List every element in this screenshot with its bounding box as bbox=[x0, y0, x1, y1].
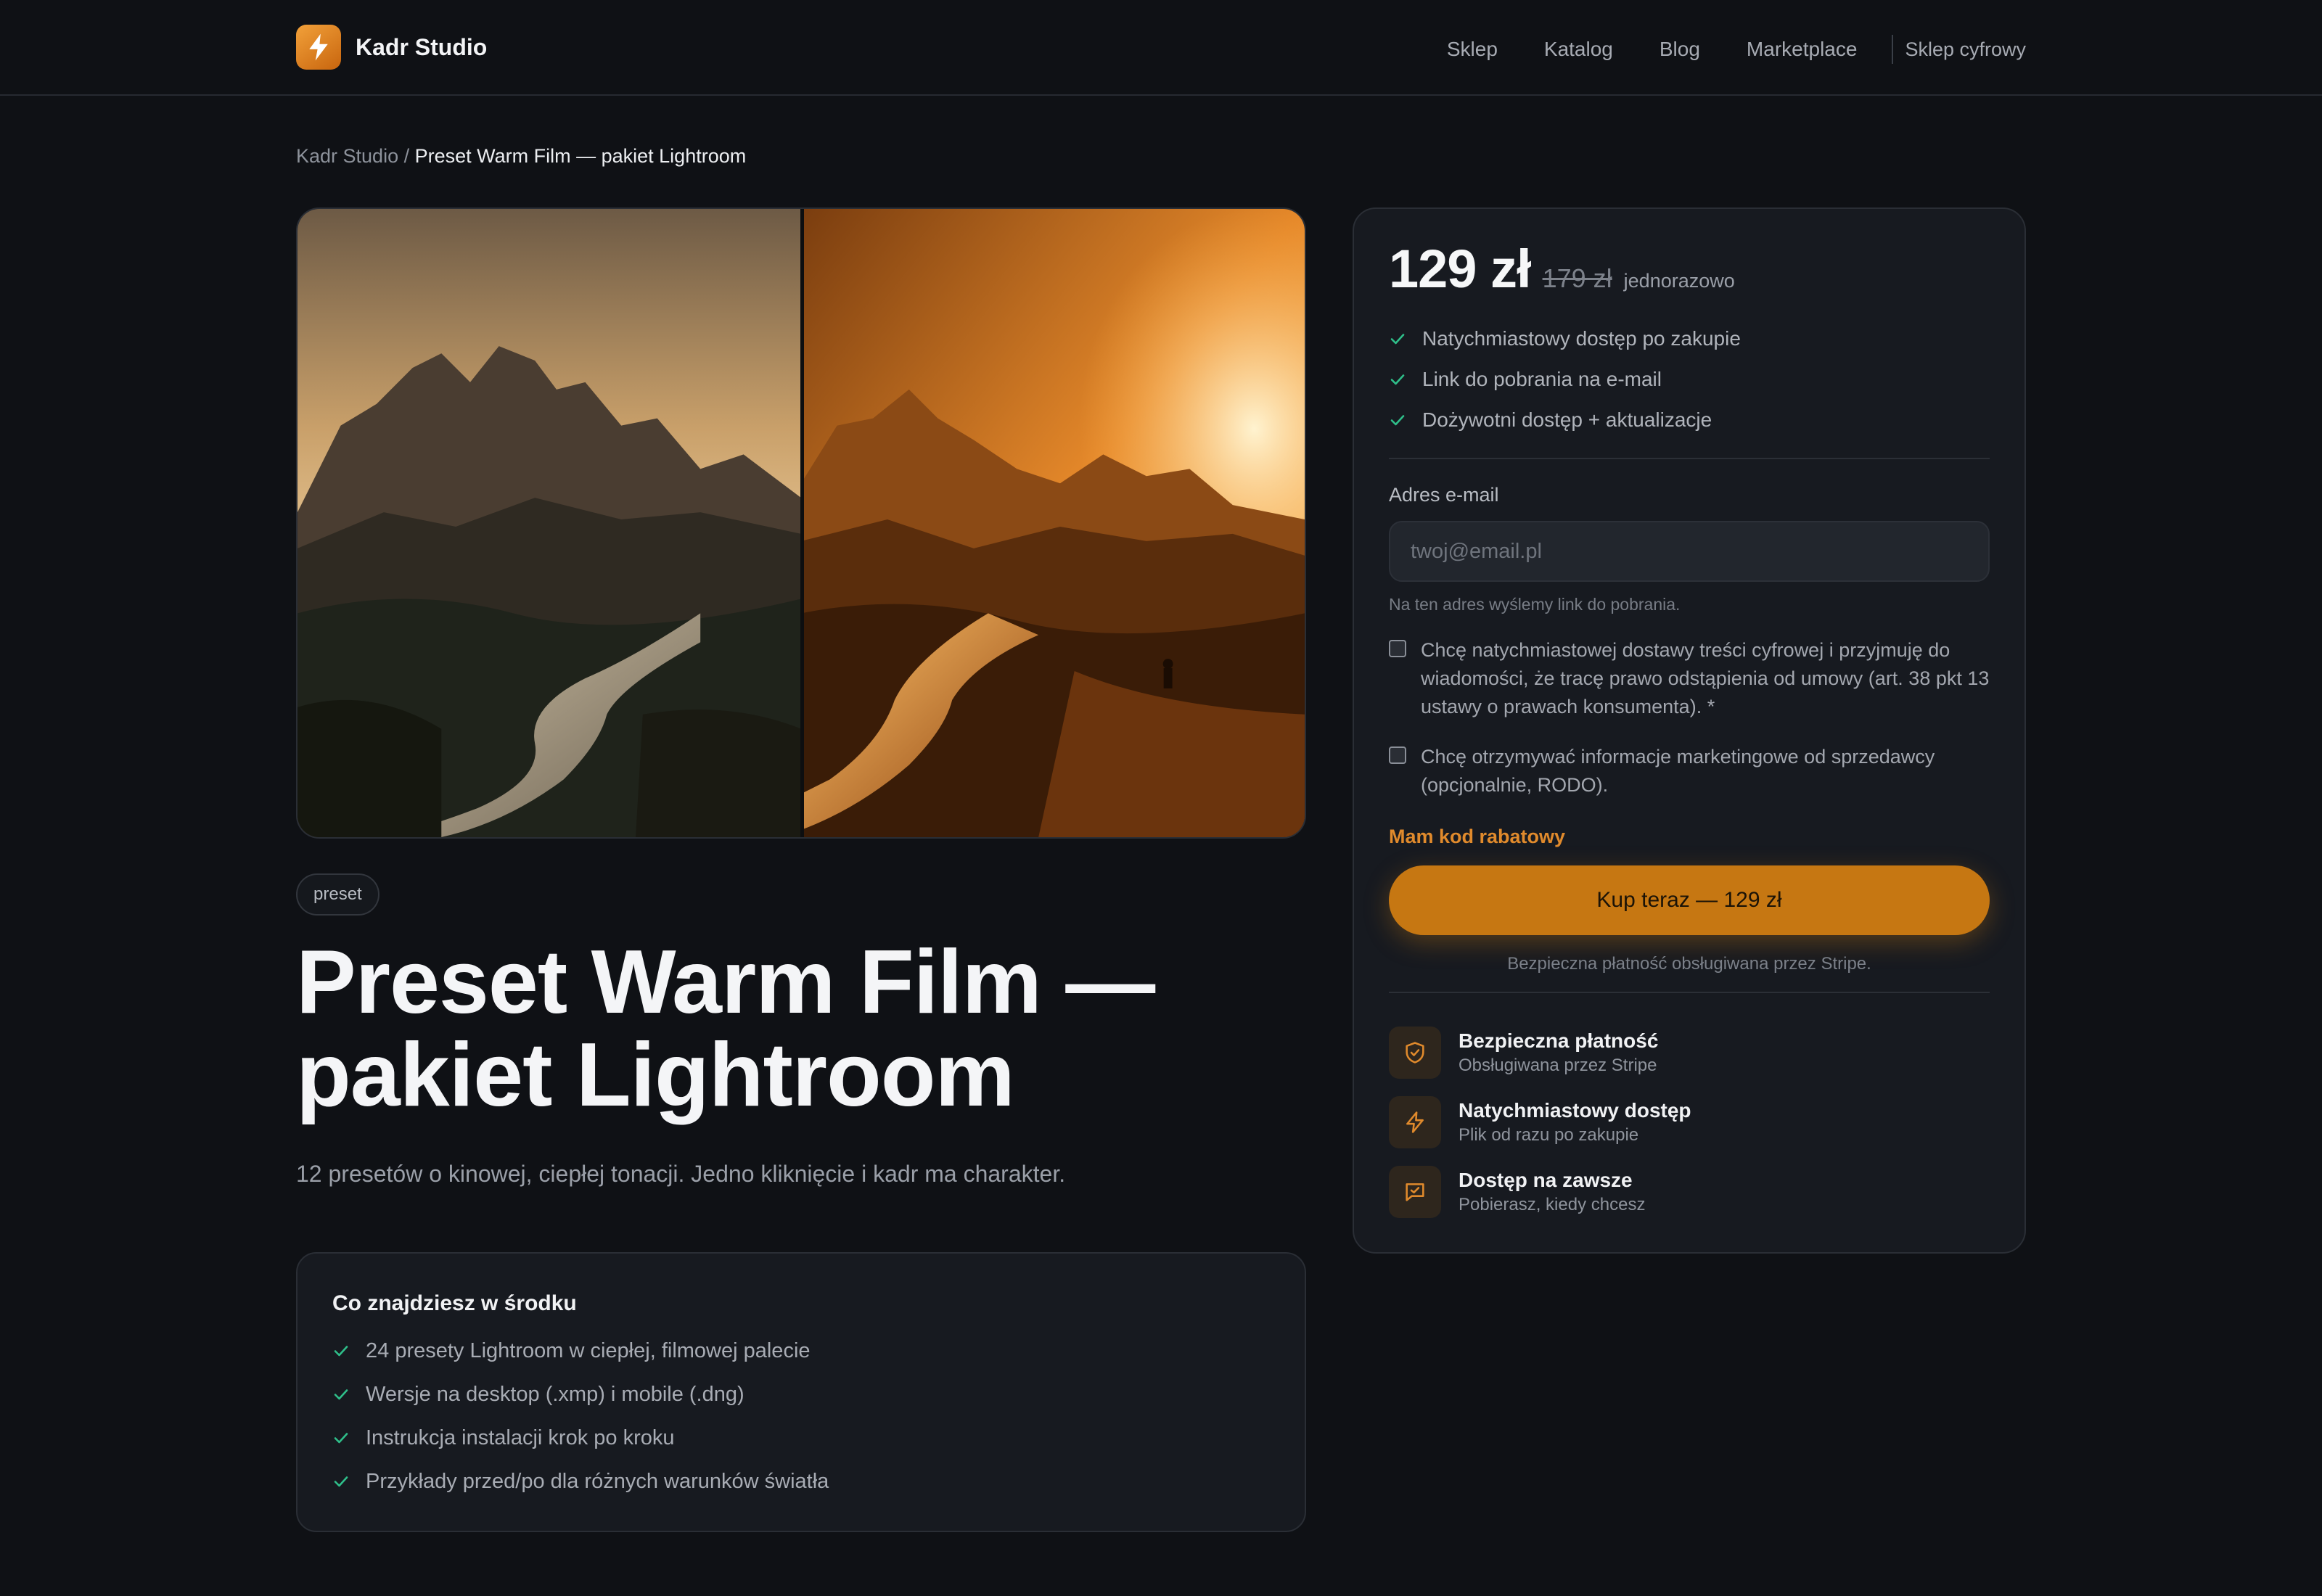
feature-title: Dostęp na zawsze bbox=[1459, 1169, 1633, 1191]
check-icon bbox=[334, 1476, 348, 1487]
current-price: 129 zł bbox=[1389, 239, 1532, 299]
check-icon bbox=[1390, 334, 1405, 345]
product-title-line-1: Preset Warm Film — bbox=[296, 932, 1155, 1032]
breadcrumb-current: Preset Warm Film — pakiet Lightroom bbox=[414, 145, 747, 167]
feature-subtitle: Obsługiwana przez Stripe bbox=[1459, 1056, 1657, 1075]
secure-payment-note: Bezpieczna płatność obsługiwana przez St… bbox=[1507, 954, 1871, 974]
consent-digital-text: Chcę natychmiastowej dostawy treści cyfr… bbox=[1421, 639, 1990, 717]
bolt-logo-icon bbox=[296, 25, 341, 70]
breadcrumb-separator: / bbox=[398, 145, 415, 167]
buy-now-button[interactable]: Kup teraz — 129 zł bbox=[1389, 865, 1990, 935]
list-item-text: 24 presety Lightroom w ciepłej, filmowej… bbox=[366, 1338, 811, 1362]
product-title-line-2: pakiet Lightroom bbox=[296, 1025, 1015, 1125]
after-image bbox=[801, 209, 1305, 837]
price-row: 129 zł 179 zł jednorazowo bbox=[1389, 238, 1990, 300]
email-field[interactable] bbox=[1389, 521, 1990, 582]
breadcrumb-root-link[interactable]: Kadr Studio bbox=[296, 145, 398, 167]
top-navigation-bar: Kadr Studio Sklep Katalog Blog Marketpla… bbox=[0, 0, 2322, 96]
breadcrumb: Kadr Studio / Preset Warm Film — pakiet … bbox=[296, 145, 746, 168]
nav-link-katalog[interactable]: Katalog bbox=[1544, 38, 1613, 61]
check-icon bbox=[334, 1389, 348, 1400]
consent-digital-delivery: Chcę natychmiastowej dostawy treści cyfr… bbox=[1389, 636, 1990, 721]
purchase-panel: 129 zł 179 zł jednorazowo Natychmiastowy… bbox=[1353, 207, 2026, 1254]
product-title: Preset Warm Film — pakiet Lightroom bbox=[296, 936, 1239, 1122]
nav-divider bbox=[1892, 35, 1894, 64]
bolt-icon bbox=[1389, 1096, 1441, 1148]
perk-text: Dożywotni dostęp + aktualizacje bbox=[1422, 408, 1712, 431]
contents-title: Co znajdziesz w środku bbox=[332, 1291, 577, 1315]
section-divider bbox=[1389, 458, 1990, 459]
brand-name: Kadr Studio bbox=[356, 33, 488, 60]
nav-link-digital-shop[interactable]: Sklep cyfrowy bbox=[1905, 38, 2026, 61]
before-image bbox=[298, 209, 801, 837]
nav-link-blog[interactable]: Blog bbox=[1660, 38, 1700, 61]
feature-lifetime-access: Dostęp na zawsze Pobierasz, kiedy chcesz bbox=[1389, 1157, 1990, 1227]
consent-marketing-text: Chcę otrzymywać informacje marketingowe … bbox=[1421, 746, 1935, 796]
shield-icon bbox=[1389, 1027, 1441, 1079]
perk-text: Natychmiastowy dostęp po zakupie bbox=[1422, 327, 1741, 350]
check-icon bbox=[1390, 374, 1405, 385]
contents-list: 24 presety Lightroom w ciepłej, filmowej… bbox=[332, 1329, 1270, 1503]
list-item: Przykłady przed/po dla różnych warunków … bbox=[332, 1460, 1270, 1503]
check-icon bbox=[1390, 415, 1405, 426]
list-item-text: Przykłady przed/po dla różnych warunków … bbox=[366, 1469, 829, 1493]
consent-marketing-checkbox[interactable] bbox=[1389, 746, 1406, 764]
list-item: Natychmiastowy dostęp po zakupie bbox=[1389, 318, 1990, 359]
nav-link-sklep[interactable]: Sklep bbox=[1447, 38, 1498, 61]
list-item-text: Wersje na desktop (.xmp) i mobile (.dng) bbox=[366, 1382, 744, 1406]
category-tag: preset bbox=[296, 873, 380, 916]
feature-title: Natychmiastowy dostęp bbox=[1459, 1099, 1691, 1122]
message-icon bbox=[1389, 1166, 1441, 1218]
section-divider bbox=[1389, 992, 1990, 993]
list-item: Dożywotni dostęp + aktualizacje bbox=[1389, 400, 1990, 440]
feature-subtitle: Plik od razu po zakupie bbox=[1459, 1125, 1639, 1145]
list-item: Instrukcja instalacji krok po kroku bbox=[332, 1416, 1270, 1460]
contents-card: Co znajdziesz w środku 24 presety Lightr… bbox=[296, 1252, 1306, 1532]
nav-link-marketplace[interactable]: Marketplace bbox=[1747, 38, 1858, 61]
feature-secure-payment: Bezpieczna płatność Obsługiwana przez St… bbox=[1389, 1018, 1990, 1087]
price-note: jednorazowo bbox=[1623, 270, 1735, 292]
list-item: 24 presety Lightroom w ciepłej, filmowej… bbox=[332, 1329, 1270, 1373]
list-item: Link do pobrania na e-mail bbox=[1389, 359, 1990, 400]
list-item-text: Instrukcja instalacji krok po kroku bbox=[366, 1426, 675, 1449]
main-nav: Sklep Katalog Blog Marketplace Sklep cyf… bbox=[1400, 35, 2026, 64]
feature-subtitle: Pobierasz, kiedy chcesz bbox=[1459, 1195, 1646, 1214]
check-icon bbox=[334, 1433, 348, 1444]
product-subtitle: 12 presetów o kinowej, ciepłej tonacji. … bbox=[296, 1161, 1066, 1187]
feature-title: Bezpieczna płatność bbox=[1459, 1029, 1659, 1052]
list-item: Wersje na desktop (.xmp) i mobile (.dng) bbox=[332, 1373, 1270, 1416]
check-icon bbox=[334, 1346, 348, 1357]
brand-home-link[interactable]: Kadr Studio bbox=[296, 25, 487, 70]
old-price: 179 zł bbox=[1542, 263, 1612, 293]
email-hint: Na ten adres wyślemy link do pobrania. bbox=[1389, 595, 1681, 614]
discount-code-link[interactable]: Mam kod rabatowy bbox=[1389, 826, 1990, 848]
before-after-divider[interactable] bbox=[800, 209, 804, 837]
perk-text: Link do pobrania na e-mail bbox=[1422, 368, 1662, 390]
feature-instant-access: Natychmiastowy dostęp Plik od razu po za… bbox=[1389, 1087, 1990, 1157]
features-list: Bezpieczna płatność Obsługiwana przez St… bbox=[1389, 1018, 1990, 1227]
email-label: Adres e-mail bbox=[1389, 484, 1499, 506]
consent-marketing: Chcę otrzymywać informacje marketingowe … bbox=[1389, 743, 1990, 799]
before-after-preview-image bbox=[296, 207, 1306, 839]
perks-list: Natychmiastowy dostęp po zakupie Link do… bbox=[1389, 318, 1990, 440]
consent-digital-checkbox[interactable] bbox=[1389, 640, 1406, 657]
